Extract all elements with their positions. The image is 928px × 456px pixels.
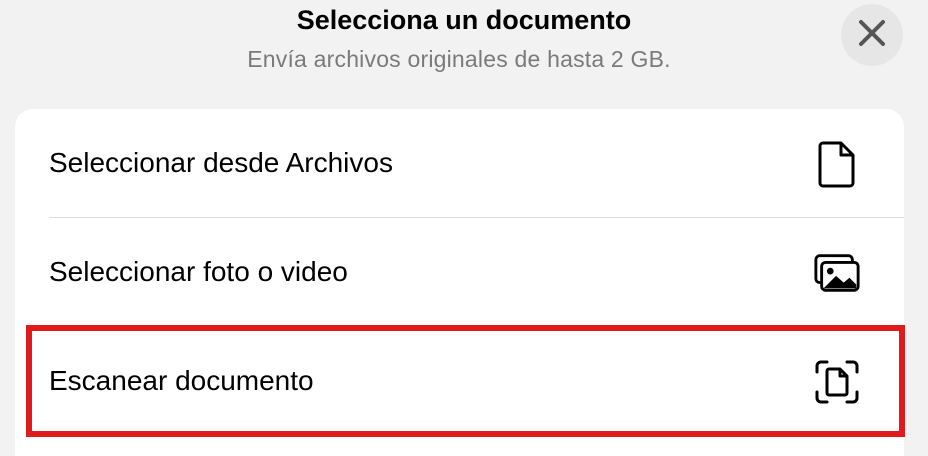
option-scan-document[interactable]: Escanear documento xyxy=(15,327,904,435)
option-select-from-files[interactable]: Seleccionar desde Archivos xyxy=(15,109,904,217)
photo-library-icon xyxy=(813,249,861,297)
option-label: Seleccionar foto o video xyxy=(49,256,348,287)
close-button[interactable] xyxy=(841,4,903,66)
options-list: Seleccionar desde Archivos Seleccionar f… xyxy=(15,109,904,456)
option-label: Escanear documento xyxy=(49,365,314,396)
file-icon xyxy=(813,140,861,188)
sheet-subtitle: Envía archivos originales de hasta 2 GB. xyxy=(247,46,671,72)
option-select-photo-video[interactable]: Seleccionar foto o video xyxy=(15,218,904,326)
sheet-title: Selecciona un documento xyxy=(296,5,632,35)
option-label: Seleccionar desde Archivos xyxy=(49,147,393,178)
document-picker-sheet: Selecciona un documento Envía archivos o… xyxy=(0,0,928,456)
scan-document-icon xyxy=(813,358,861,406)
close-icon xyxy=(857,18,887,53)
